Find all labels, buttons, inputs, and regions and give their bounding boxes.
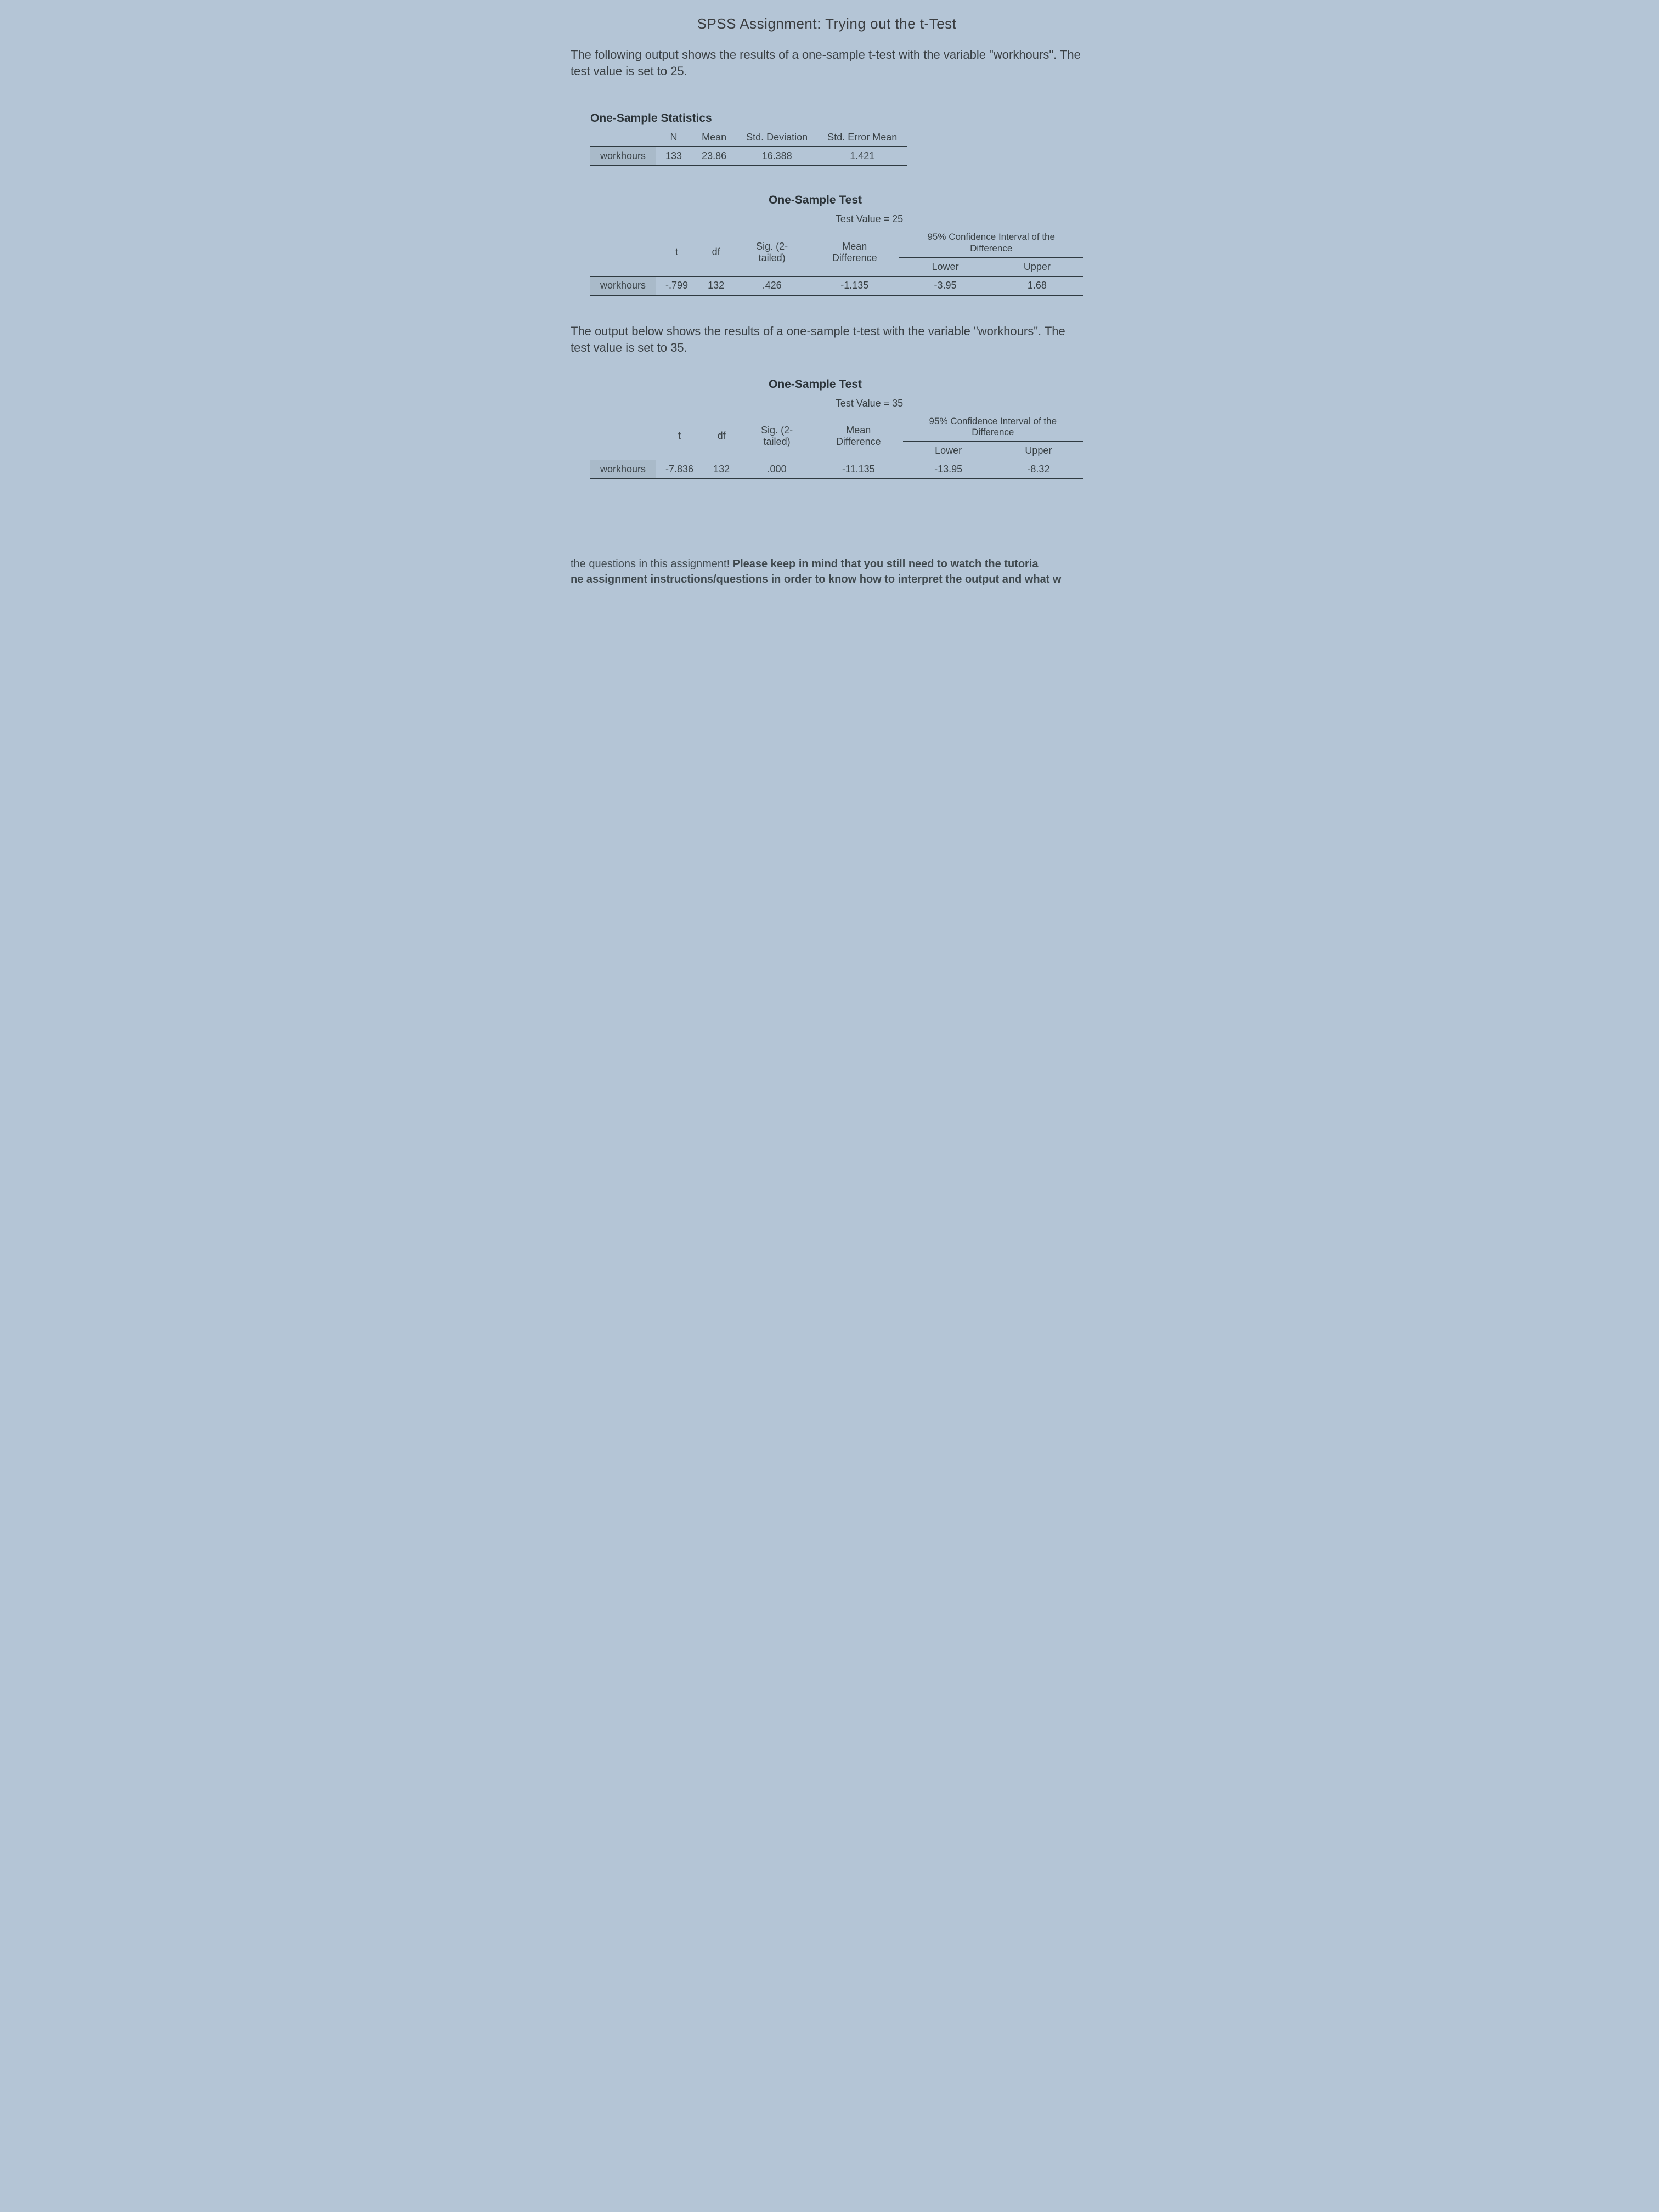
col-lower: Lower xyxy=(903,442,994,460)
test35-title: One-Sample Test xyxy=(590,378,1040,391)
col-meandiff: Mean Difference xyxy=(810,228,899,276)
cell-sem: 1.421 xyxy=(817,147,907,166)
test35-table: Test Value = 35 t df Sig. (2-tailed) Mea… xyxy=(590,394,1083,480)
footnote-plain: the questions in this assignment! xyxy=(571,558,733,570)
footnote-bold-2: ne assignment instructions/questions in … xyxy=(571,573,1061,585)
cell-upper: 1.68 xyxy=(991,276,1083,296)
test25-test-value: Test Value = 25 xyxy=(656,210,1083,228)
cell-lower: -3.95 xyxy=(899,276,991,296)
page-title: SPSS Assignment: Trying out the t-Test xyxy=(571,15,1083,32)
cell-upper: -8.32 xyxy=(994,460,1083,479)
cell-df: 132 xyxy=(703,460,740,479)
row-label: workhours xyxy=(590,276,656,296)
col-ci: 95% Confidence Interval of the Differenc… xyxy=(903,413,1083,442)
col-ci: 95% Confidence Interval of the Differenc… xyxy=(899,228,1083,257)
test35-test-value: Test Value = 35 xyxy=(656,394,1083,413)
one-sample-test-35-section: One-Sample Test Test Value = 35 t df Sig… xyxy=(590,378,1083,480)
col-lower: Lower xyxy=(899,258,991,276)
cell-lower: -13.95 xyxy=(903,460,994,479)
col-sig: Sig. (2-tailed) xyxy=(740,413,814,460)
stats-table: N Mean Std. Deviation Std. Error Mean wo… xyxy=(590,128,907,166)
cell-sd: 16.388 xyxy=(736,147,817,166)
col-upper: Upper xyxy=(994,442,1083,460)
table-row: workhours -.799 132 .426 -1.135 -3.95 1.… xyxy=(590,276,1083,296)
col-sd: Std. Deviation xyxy=(736,128,817,147)
table-row: workhours 133 23.86 16.388 1.421 xyxy=(590,147,907,166)
col-upper: Upper xyxy=(991,258,1083,276)
cell-mean: 23.86 xyxy=(692,147,736,166)
row-label: workhours xyxy=(590,460,656,479)
col-t: t xyxy=(656,413,703,460)
col-mean: Mean xyxy=(692,128,736,147)
col-sem: Std. Error Mean xyxy=(817,128,907,147)
cell-sig: .000 xyxy=(740,460,814,479)
col-n: N xyxy=(656,128,692,147)
col-sig: Sig. (2-tailed) xyxy=(734,228,810,276)
row-label: workhours xyxy=(590,147,656,166)
one-sample-statistics-section: One-Sample Statistics N Mean Std. Deviat… xyxy=(590,112,1083,166)
stats-table-title: One-Sample Statistics xyxy=(590,112,1083,125)
col-df: df xyxy=(703,413,740,460)
col-t: t xyxy=(656,228,698,276)
intro-paragraph-2: The output below shows the results of a … xyxy=(571,323,1083,356)
cell-sig: .426 xyxy=(734,276,810,296)
one-sample-test-25-section: One-Sample Test Test Value = 25 t df Sig… xyxy=(590,194,1083,296)
cell-meandiff: -11.135 xyxy=(814,460,903,479)
cell-n: 133 xyxy=(656,147,692,166)
test25-table: Test Value = 25 t df Sig. (2-tailed) Mea… xyxy=(590,210,1083,296)
cell-meandiff: -1.135 xyxy=(810,276,899,296)
intro-paragraph-1: The following output shows the results o… xyxy=(571,47,1083,79)
cell-t: -.799 xyxy=(656,276,698,296)
footnote-bold-1: Please keep in mind that you still need … xyxy=(733,558,1039,570)
col-meandiff: Mean Difference xyxy=(814,413,903,460)
cell-t: -7.836 xyxy=(656,460,703,479)
table-row: workhours -7.836 132 .000 -11.135 -13.95… xyxy=(590,460,1083,479)
footer-note: the questions in this assignment! Please… xyxy=(571,556,1083,587)
cell-df: 132 xyxy=(698,276,734,296)
document-page: SPSS Assignment: Trying out the t-Test T… xyxy=(566,0,1093,607)
col-df: df xyxy=(698,228,734,276)
test25-title: One-Sample Test xyxy=(590,194,1040,207)
